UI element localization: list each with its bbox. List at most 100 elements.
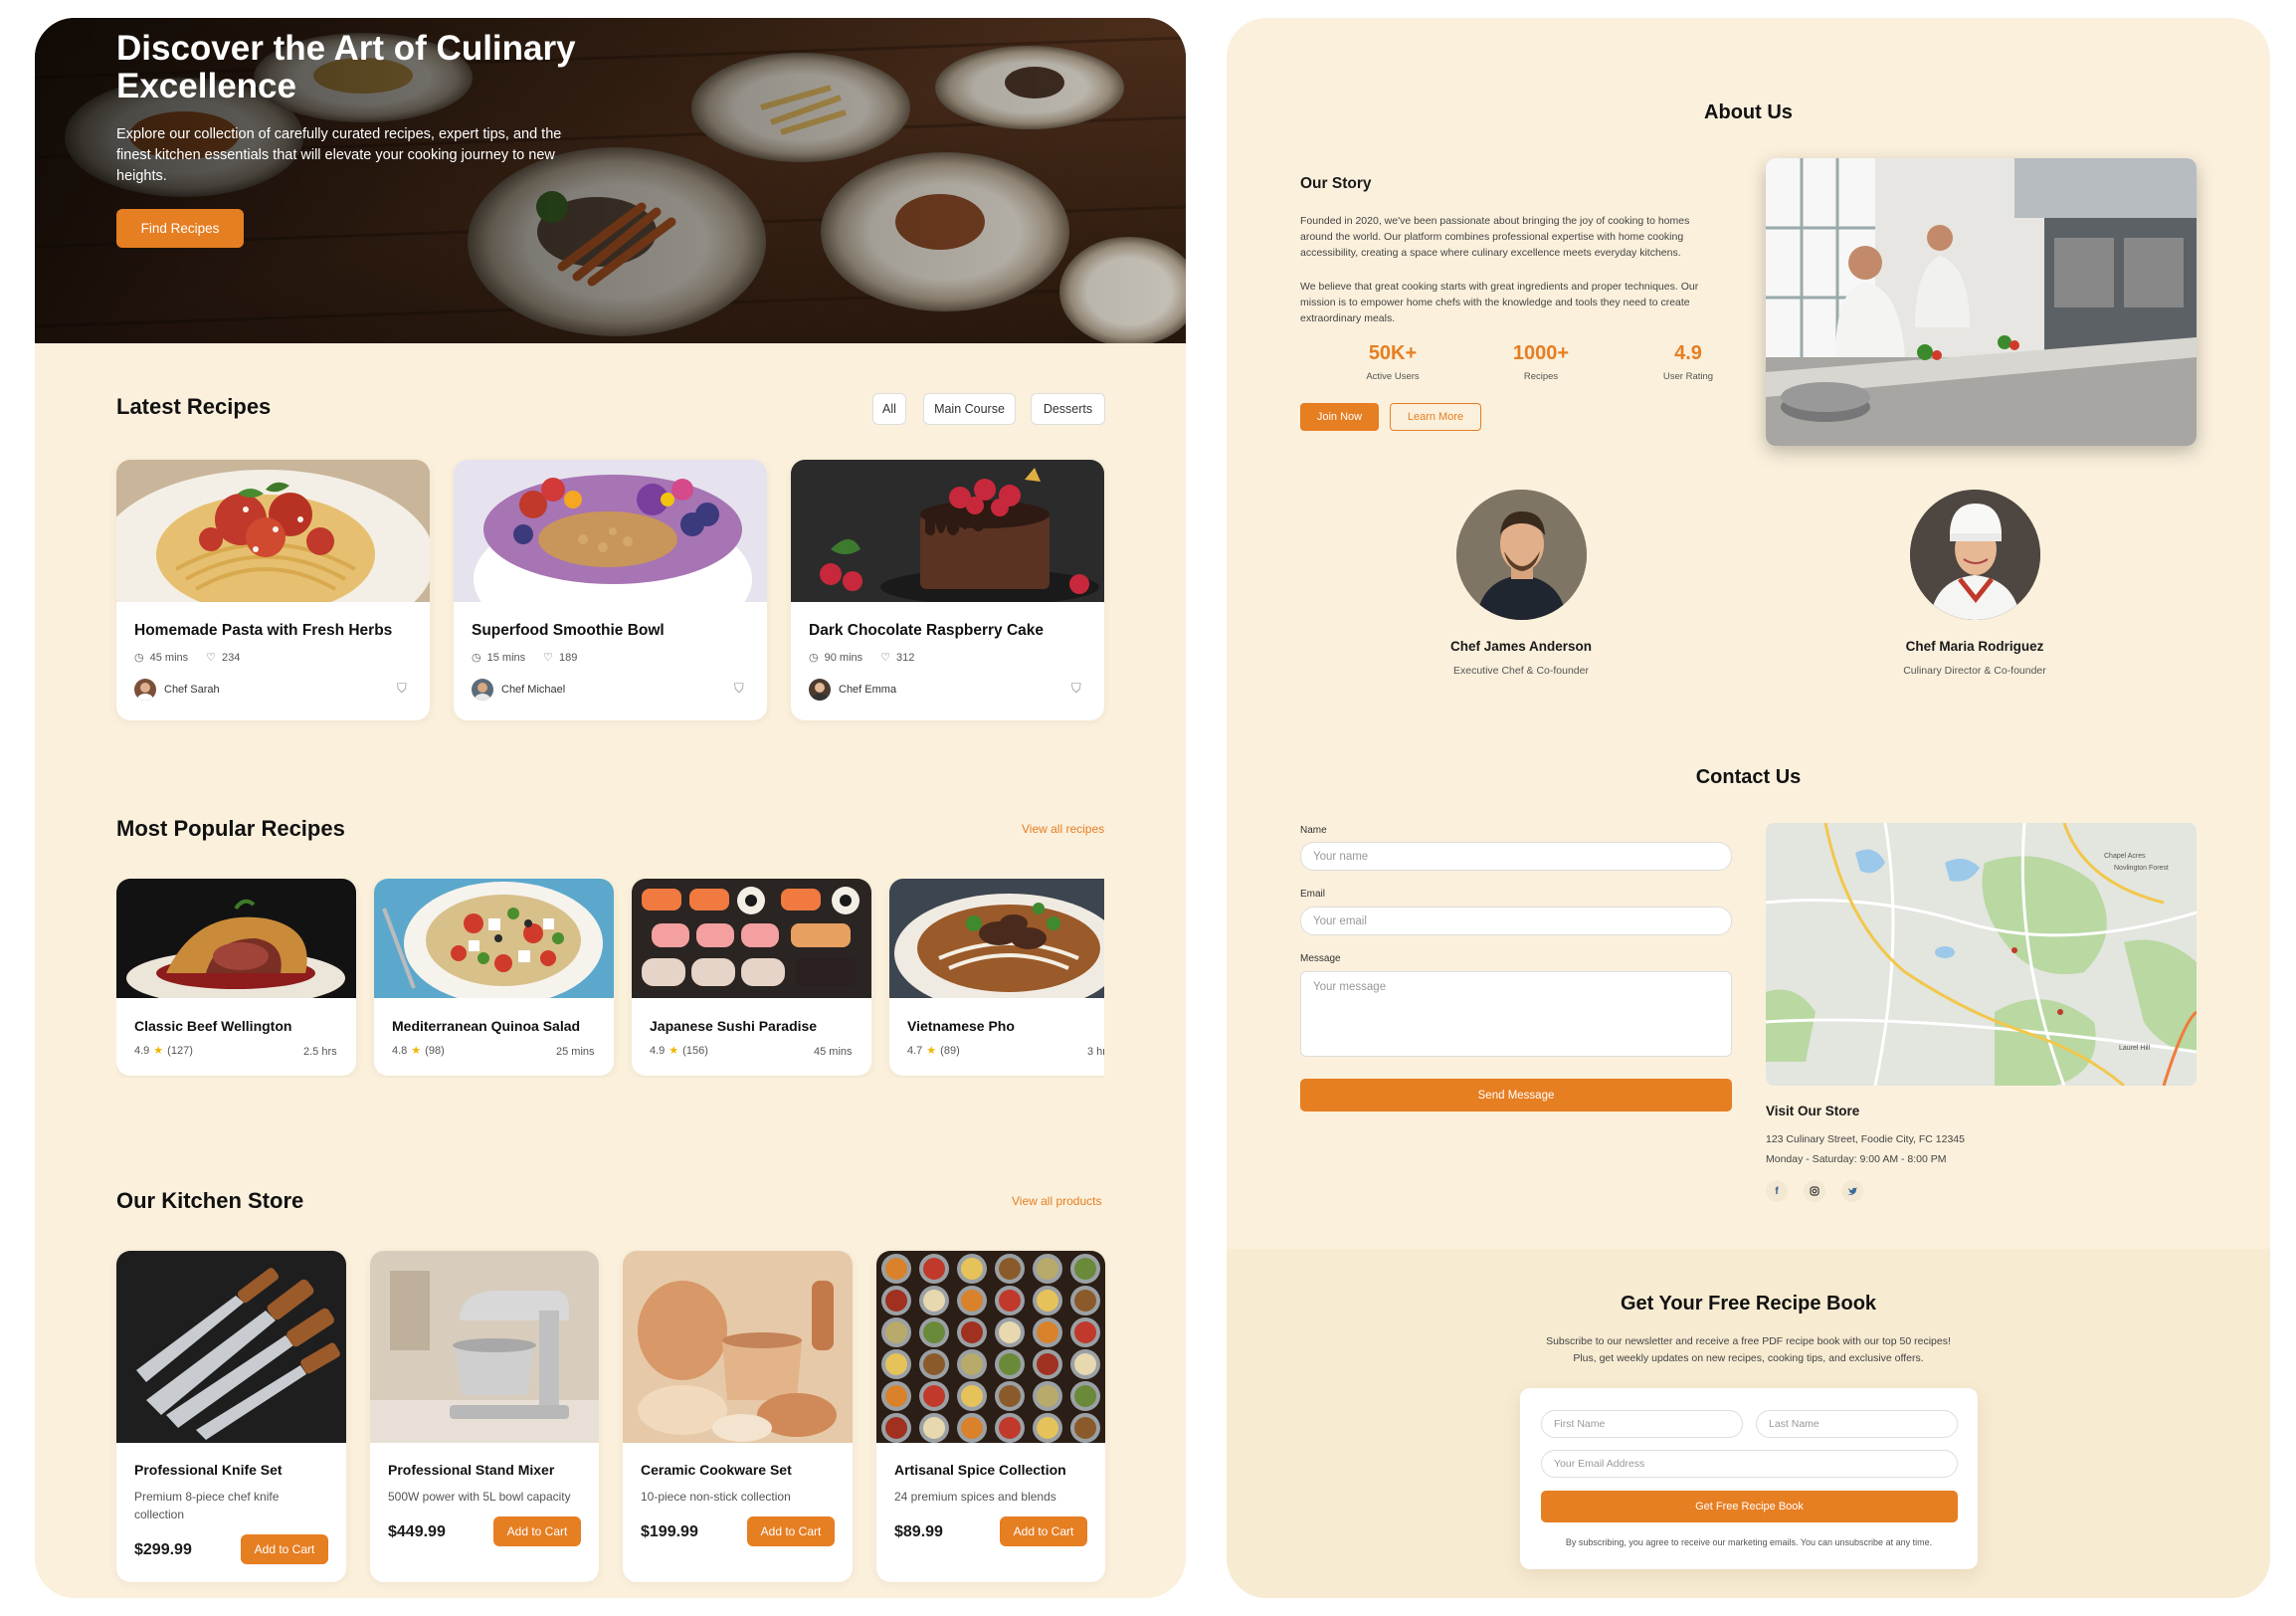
story-paragraph-1: Founded in 2020, we've been passionate a… [1300, 215, 1690, 259]
first-name-field[interactable]: First Name [1541, 1410, 1743, 1438]
add-to-cart-button[interactable]: Add to Cart [1000, 1516, 1087, 1546]
bookmark-icon[interactable]: ⛉ [1071, 681, 1081, 697]
ceramic-cookware-image [623, 1251, 853, 1443]
map-image: Chapel Acres Novlington Forest Laurel Hi… [1766, 823, 2197, 1086]
popular-card[interactable]: Classic Beef Wellington 4.9 ★ (127) 2.5 hr… [116, 879, 356, 1076]
product-name: Professional Knife Set [134, 1462, 283, 1478]
instagram-icon[interactable] [1804, 1180, 1825, 1202]
sushi-image [632, 879, 871, 998]
product-name: Ceramic Cookware Set [641, 1462, 792, 1478]
find-recipes-button[interactable]: Find Recipes [116, 209, 244, 248]
popular-card[interactable]: Vietnamese Pho 4.7★(89) 3 hrs [889, 879, 1104, 1076]
popular-recipes-title: Most Popular Recipes [116, 816, 345, 841]
recipe-meta: ◷ 90 mins ♡ 312 [809, 651, 915, 665]
filter-desserts[interactable]: Desserts [1031, 393, 1105, 425]
add-to-cart-button[interactable]: Add to Cart [493, 1516, 581, 1546]
star-icon: ★ [153, 1045, 164, 1057]
twitter-icon[interactable] [1841, 1180, 1863, 1202]
recipe-title: Dark Chocolate Raspberry Cake [809, 622, 1045, 639]
product-price: $89.99 [894, 1523, 943, 1540]
recipe-card[interactable]: Dark Chocolate Raspberry Cake ◷ 90 mins ♡… [791, 460, 1104, 720]
name-label: Name [1300, 825, 1327, 836]
avatar [809, 679, 831, 701]
join-now-button[interactable]: Join Now [1300, 403, 1379, 431]
chef-james-photo [1456, 490, 1587, 620]
get-free-recipe-book-button[interactable]: Get Free Recipe Book [1541, 1491, 1958, 1522]
recipe-card[interactable]: Homemade Pasta with Fresh Herbs ◷ 45 mins… [116, 460, 430, 720]
map-label-novlington: Novlington Forest [2114, 865, 2169, 872]
recipes-home-panel: Discover the Art of Culinary Excellence … [35, 18, 1186, 1598]
view-all-products-link[interactable]: View all products [1012, 1194, 1102, 1208]
about-title: About Us [1704, 101, 1793, 123]
bookmark-icon[interactable]: ⛉ [734, 681, 744, 697]
clock-icon: ◷ [809, 652, 819, 664]
rating: 4.9 ★ (127) [134, 1044, 193, 1058]
email-label: Email [1300, 889, 1326, 900]
chef-james-role: Executive Chef & Co-founder [1453, 665, 1589, 677]
newsletter-form-card: First Name Last Name Your Email Address … [1520, 1388, 1978, 1569]
filter-main-course[interactable]: Main Course [923, 393, 1016, 425]
add-to-cart-button[interactable]: Add to Cart [747, 1516, 835, 1546]
cook-time: 45 mins [814, 1046, 853, 1058]
email-field[interactable]: Your email [1300, 907, 1732, 935]
chef-name: Chef Emma [839, 684, 897, 696]
add-to-cart-button[interactable]: Add to Cart [241, 1534, 328, 1564]
learn-more-button[interactable]: Learn More [1390, 403, 1481, 431]
popular-card[interactable]: Japanese Sushi Paradise 4.9 ★ (156) 45 min… [632, 879, 871, 1076]
smoothie-bowl-image [454, 460, 767, 602]
chef-name: Chef Sarah [164, 684, 220, 696]
filter-all[interactable]: All [872, 393, 906, 425]
stand-mixer-image [370, 1251, 599, 1443]
newsletter-title: Get Your Free Recipe Book [1620, 1293, 1877, 1314]
product-name: Professional Stand Mixer [388, 1462, 555, 1478]
chef-maria-portrait [1910, 490, 2040, 620]
about-contact-panel: About Us Our Story Founded in 2020, we'v… [1227, 18, 2270, 1598]
view-all-recipes-link[interactable]: View all recipes [1022, 822, 1104, 836]
newsletter-email-field[interactable]: Your Email Address [1541, 1450, 1958, 1478]
chocolate-cake-image [791, 460, 1104, 602]
popular-card[interactable]: Mediterranean Quinoa Salad 4.8 ★ (98) 25 m… [374, 879, 614, 1076]
latest-recipes-title: Latest Recipes [116, 394, 272, 419]
rating: 4.7 ★ (89) [907, 1044, 960, 1058]
message-label: Message [1300, 953, 1341, 964]
product-name: Artisanal Spice Collection [894, 1462, 1066, 1478]
send-message-button[interactable]: Send Message [1300, 1079, 1732, 1111]
clock-icon: ◷ [472, 652, 481, 664]
product-description: 500W power with 5L bowl capacity [388, 1490, 571, 1504]
recipe-title: Homemade Pasta with Fresh Herbs [134, 622, 393, 639]
our-story-title: Our Story [1300, 175, 1372, 192]
stat-recipes: 1000+ Recipes [1512, 342, 1570, 382]
recipe-card[interactable]: Superfood Smoothie Bowl ◷ 15 mins ♡ 189 Ch… [454, 460, 767, 720]
popular-row: Classic Beef Wellington 4.9 ★ (127) 2.5 hr… [116, 879, 1104, 1078]
pasta-image [116, 460, 430, 602]
recipe-title: Mediterranean Quinoa Salad [392, 1018, 581, 1034]
facebook-icon[interactable]: f [1766, 1180, 1788, 1202]
product-card[interactable]: Professional Knife Set Premium 8-piece c… [116, 1251, 346, 1582]
product-price: $449.99 [388, 1523, 446, 1540]
product-card[interactable]: Artisanal Spice Collection 24 premium sp… [876, 1251, 1105, 1582]
chef-james-portrait [1456, 490, 1587, 620]
chef-maria-photo [1910, 490, 2040, 620]
store-address: 123 Culinary Street, Foodie City, FC 123… [1766, 1133, 1965, 1145]
chefs-kitchen-image [1766, 158, 2197, 446]
cook-time: 2.5 hrs [303, 1046, 337, 1058]
store-map[interactable]: Chapel Acres Novlington Forest Laurel Hi… [1766, 823, 2197, 1086]
star-icon: ★ [669, 1045, 679, 1057]
story-paragraph-2: We believe that great cooking starts wit… [1300, 281, 1699, 324]
product-description: Premium 8-piece chef knife collection [134, 1490, 280, 1521]
star-icon: ★ [926, 1045, 937, 1057]
avatar [134, 679, 156, 701]
avatar [472, 679, 493, 701]
last-name-field[interactable]: Last Name [1756, 1410, 1958, 1438]
bookmark-icon[interactable]: ⛉ [397, 681, 407, 697]
name-field[interactable]: Your name [1300, 842, 1732, 871]
product-card[interactable]: Ceramic Cookware Set 10-piece non-stick … [623, 1251, 853, 1582]
product-description: 10-piece non-stick collection [641, 1490, 791, 1504]
rating: 4.9 ★ (156) [650, 1044, 708, 1058]
product-card[interactable]: Professional Stand Mixer 500W power with… [370, 1251, 599, 1582]
hero: Discover the Art of Culinary Excellence … [35, 18, 1186, 343]
recipe-title: Classic Beef Wellington [134, 1018, 292, 1034]
map-label-laurel-hill: Laurel Hill [2119, 1045, 2151, 1052]
message-field[interactable]: Your message [1300, 971, 1732, 1057]
recipe-title: Japanese Sushi Paradise [650, 1018, 818, 1034]
